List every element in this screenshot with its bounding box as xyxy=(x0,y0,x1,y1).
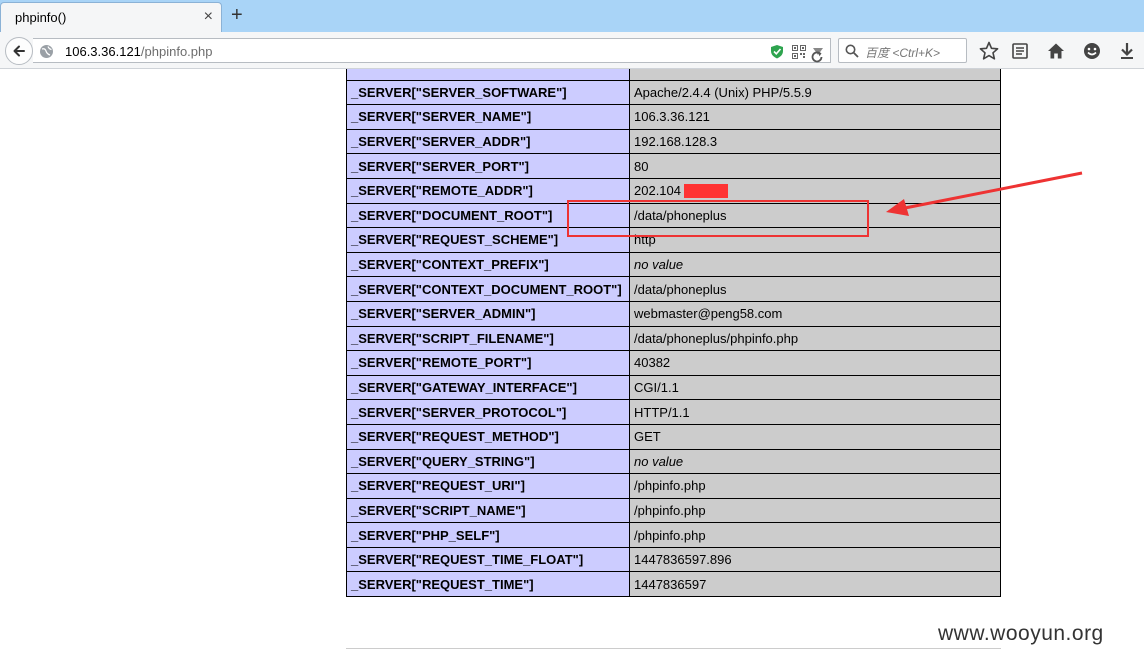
shield-icon[interactable] xyxy=(770,44,784,59)
globe-icon xyxy=(40,45,53,58)
url-host: 106.3.36.121 xyxy=(65,44,141,59)
search-input[interactable]: 百度 <Ctrl+K> xyxy=(838,38,967,63)
new-tab-button[interactable]: + xyxy=(231,4,243,26)
reload-icon xyxy=(811,51,823,63)
red-arrow-annotation xyxy=(886,171,1083,216)
url-text[interactable]: 106.3.36.121/phpinfo.php xyxy=(65,44,212,59)
tab-title: phpinfo() xyxy=(15,10,67,25)
home-icon[interactable] xyxy=(1045,40,1067,62)
back-arrow-icon xyxy=(13,45,25,57)
address-bar[interactable]: 106.3.36.121/phpinfo.php xyxy=(33,38,831,63)
watermark-text: www.wooyun.org xyxy=(938,622,1104,645)
reload-button[interactable] xyxy=(803,45,831,70)
bookmark-star-icon[interactable] xyxy=(978,40,1000,62)
download-icon[interactable] xyxy=(1116,40,1138,62)
reading-list-icon[interactable] xyxy=(1009,40,1031,62)
navigation-bar: 106.3.36.121/phpinfo.php 百度 <Ctrl+K> xyxy=(0,32,1144,69)
tab-strip: phpinfo() × + xyxy=(0,0,1144,32)
emoji-feedback-icon[interactable] xyxy=(1081,40,1103,62)
search-icon xyxy=(845,44,859,58)
back-button[interactable] xyxy=(5,37,33,65)
page-content: _SERVER["SERVER_SOFTWARE"] Apache/2.4.4 (… xyxy=(0,69,1144,662)
close-tab-icon[interactable]: × xyxy=(204,8,213,26)
search-placeholder: 百度 <Ctrl+K> xyxy=(865,46,941,60)
tab-phpinfo[interactable]: phpinfo() × xyxy=(0,2,222,32)
url-path: /phpinfo.php xyxy=(140,44,213,59)
